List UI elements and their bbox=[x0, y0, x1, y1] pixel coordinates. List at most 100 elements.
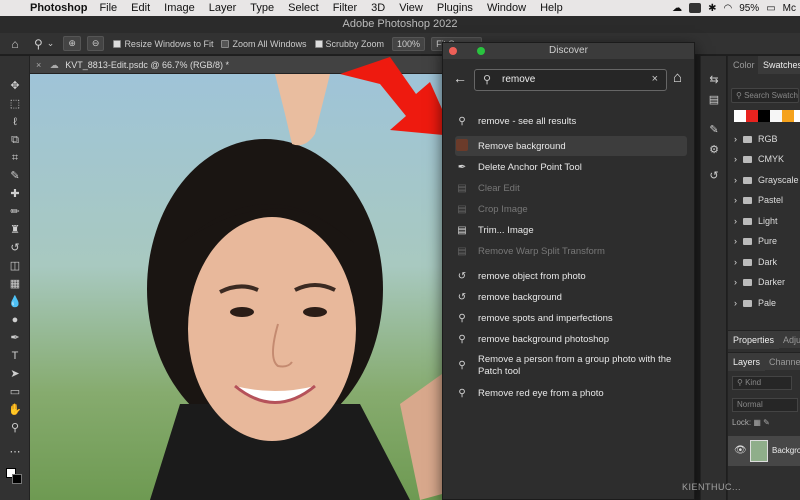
result-item[interactable]: ▤ Crop Image bbox=[455, 199, 687, 219]
move-tool-icon[interactable]: ✥ bbox=[6, 78, 24, 94]
zoom-in-icon[interactable]: ⊕ bbox=[63, 36, 81, 51]
chevron-down-icon[interactable]: ⌄ bbox=[47, 38, 55, 49]
zoom-window-button[interactable] bbox=[477, 47, 485, 55]
menu-filter[interactable]: Filter bbox=[333, 2, 357, 14]
wifi-icon[interactable]: ◠ bbox=[723, 3, 732, 14]
blend-mode-select[interactable]: Normal bbox=[732, 398, 798, 412]
result-item[interactable]: ↺ remove background bbox=[455, 287, 687, 307]
menu-window[interactable]: Window bbox=[487, 2, 526, 14]
adjustments-icon[interactable]: ⚙ bbox=[705, 142, 723, 158]
result-item[interactable]: ✒ Delete Anchor Point Tool bbox=[455, 157, 687, 177]
swatch-folder-pastel[interactable]: › Pastel bbox=[734, 193, 800, 207]
discover-search-input[interactable]: ⚲ remove × bbox=[474, 69, 667, 91]
swatch-red[interactable] bbox=[746, 110, 758, 122]
marquee-tool-icon[interactable]: ⬚ bbox=[6, 96, 24, 112]
brush-tool-icon[interactable]: ✏ bbox=[6, 204, 24, 220]
comment-icon[interactable]: ▤ bbox=[705, 92, 723, 108]
swatch-folder-dark[interactable]: › Dark bbox=[734, 255, 800, 269]
zoom-tool-icon[interactable]: ⚲ bbox=[34, 37, 43, 51]
result-item[interactable]: ↺ remove object from photo bbox=[455, 266, 687, 286]
menu-type[interactable]: Type bbox=[250, 2, 274, 14]
zoom-all-checkbox[interactable]: Zoom All Windows bbox=[221, 39, 307, 49]
menu-3d[interactable]: 3D bbox=[371, 2, 385, 14]
lock-brush-icon[interactable]: ✎ bbox=[763, 418, 770, 427]
result-item[interactable]: ⚲ remove spots and imperfections bbox=[455, 308, 687, 328]
result-item[interactable]: ⚲ Remove red eye from a photo bbox=[455, 383, 687, 403]
layer-row-background[interactable]: 👁 Backgro bbox=[728, 436, 800, 466]
menu-help[interactable]: Help bbox=[540, 2, 563, 14]
app-menu[interactable]: Photoshop bbox=[30, 2, 87, 14]
dodge-tool-icon[interactable]: ● bbox=[6, 312, 24, 328]
clone-stamp-tool-icon[interactable]: ♜ bbox=[6, 222, 24, 238]
menu-edit[interactable]: Edit bbox=[131, 2, 150, 14]
menu-image[interactable]: Image bbox=[164, 2, 195, 14]
close-icon[interactable]: × bbox=[36, 60, 41, 70]
swatch-light[interactable] bbox=[770, 110, 782, 122]
menu-plugins[interactable]: Plugins bbox=[437, 2, 473, 14]
scrubby-zoom-checkbox[interactable]: Scrubby Zoom bbox=[314, 39, 384, 49]
result-item-selected[interactable]: Remove background bbox=[455, 136, 687, 156]
hand-tool-icon[interactable]: ✋ bbox=[6, 402, 24, 418]
result-item[interactable]: ▤ Trim... Image bbox=[455, 220, 687, 240]
user-menu[interactable]: Mc bbox=[783, 3, 796, 14]
zoom-100-button[interactable]: 100% bbox=[392, 36, 426, 51]
background-color-swatch[interactable] bbox=[12, 474, 22, 484]
tab-layers[interactable]: Layers bbox=[728, 353, 766, 371]
menu-layer[interactable]: Layer bbox=[209, 2, 237, 14]
layer-filter-kind[interactable]: ⚲ Kind bbox=[732, 376, 792, 390]
zoom-tool-icon[interactable]: ⚲ bbox=[6, 420, 24, 436]
swatch-folder-pale[interactable]: › Pale bbox=[734, 296, 800, 310]
swatch-black[interactable] bbox=[758, 110, 770, 122]
eye-icon[interactable]: 👁 bbox=[734, 445, 747, 456]
blur-tool-icon[interactable]: 💧 bbox=[6, 294, 24, 310]
lasso-tool-icon[interactable]: ℓ bbox=[6, 114, 24, 130]
result-item[interactable]: ▤ Clear Edit bbox=[455, 178, 687, 198]
swatch-white-2[interactable] bbox=[794, 110, 800, 122]
close-window-button[interactable] bbox=[449, 47, 457, 55]
pen-tool-icon[interactable]: ✒ bbox=[6, 330, 24, 346]
back-arrow-icon[interactable]: ← bbox=[453, 70, 467, 86]
rectangle-tool-icon[interactable]: ▭ bbox=[6, 384, 24, 400]
menu-select[interactable]: Select bbox=[288, 2, 319, 14]
home-icon[interactable]: ⌂ bbox=[673, 69, 682, 86]
swatch-folder-light[interactable]: › Light bbox=[734, 214, 800, 228]
history-brush-tool-icon[interactable]: ↺ bbox=[6, 240, 24, 256]
battery-icon[interactable]: ▭ bbox=[766, 3, 775, 14]
healing-brush-tool-icon[interactable]: ✚ bbox=[6, 186, 24, 202]
more-tools-icon[interactable]: ⋯ bbox=[6, 444, 24, 460]
status-icon[interactable] bbox=[689, 3, 702, 13]
tab-color[interactable]: Color bbox=[728, 56, 760, 74]
eyedropper-tool-icon[interactable]: ✎ bbox=[6, 168, 24, 184]
result-item[interactable]: ⚲ remove - see all results bbox=[455, 111, 687, 131]
tab-channels[interactable]: Channel bbox=[764, 353, 800, 371]
tab-swatches[interactable]: Swatches bbox=[758, 56, 800, 74]
creative-cloud-icon[interactable]: ☁ bbox=[672, 3, 682, 14]
history-panel-icon[interactable]: ↺ bbox=[705, 168, 723, 184]
learn-icon[interactable]: ⇆ bbox=[705, 72, 723, 88]
tab-properties[interactable]: Properties bbox=[728, 331, 780, 349]
brush-settings-icon[interactable]: ✎ bbox=[705, 122, 723, 138]
swatch-white[interactable] bbox=[734, 110, 746, 122]
zoom-out-icon[interactable]: ⊖ bbox=[86, 36, 105, 51]
type-tool-icon[interactable]: T bbox=[6, 348, 24, 364]
swatches-search-input[interactable]: ⚲ Search Swatches bbox=[731, 88, 799, 103]
swatch-folder-grayscale[interactable]: › Grayscale bbox=[734, 173, 800, 187]
swatch-orange[interactable] bbox=[782, 110, 794, 122]
result-item[interactable]: ⚲ Remove a person from a group photo with… bbox=[455, 351, 687, 381]
tab-adjustments[interactable]: Adju bbox=[778, 331, 800, 349]
swatch-folder-cmyk[interactable]: › CMYK bbox=[734, 152, 800, 166]
result-item[interactable]: ▤ Remove Warp Split Transform bbox=[455, 241, 687, 261]
object-select-tool-icon[interactable]: ⧉ bbox=[6, 132, 24, 148]
crop-tool-icon[interactable]: ⌗ bbox=[6, 150, 24, 166]
clear-search-icon[interactable]: × bbox=[652, 73, 658, 85]
lock-pixels-icon[interactable]: ▦ bbox=[753, 418, 761, 427]
eraser-tool-icon[interactable]: ◫ bbox=[6, 258, 24, 274]
result-item[interactable]: ⚲ remove background photoshop bbox=[455, 329, 687, 349]
swatch-folder-darker[interactable]: › Darker bbox=[734, 275, 800, 289]
gradient-tool-icon[interactable]: ▦ bbox=[6, 276, 24, 292]
swatch-folder-pure[interactable]: › Pure bbox=[734, 234, 800, 248]
bluetooth-icon[interactable]: ✱ bbox=[708, 3, 716, 14]
path-select-tool-icon[interactable]: ➤ bbox=[6, 366, 24, 382]
home-icon[interactable]: ⌂ bbox=[0, 37, 30, 51]
menu-view[interactable]: View bbox=[399, 2, 423, 14]
